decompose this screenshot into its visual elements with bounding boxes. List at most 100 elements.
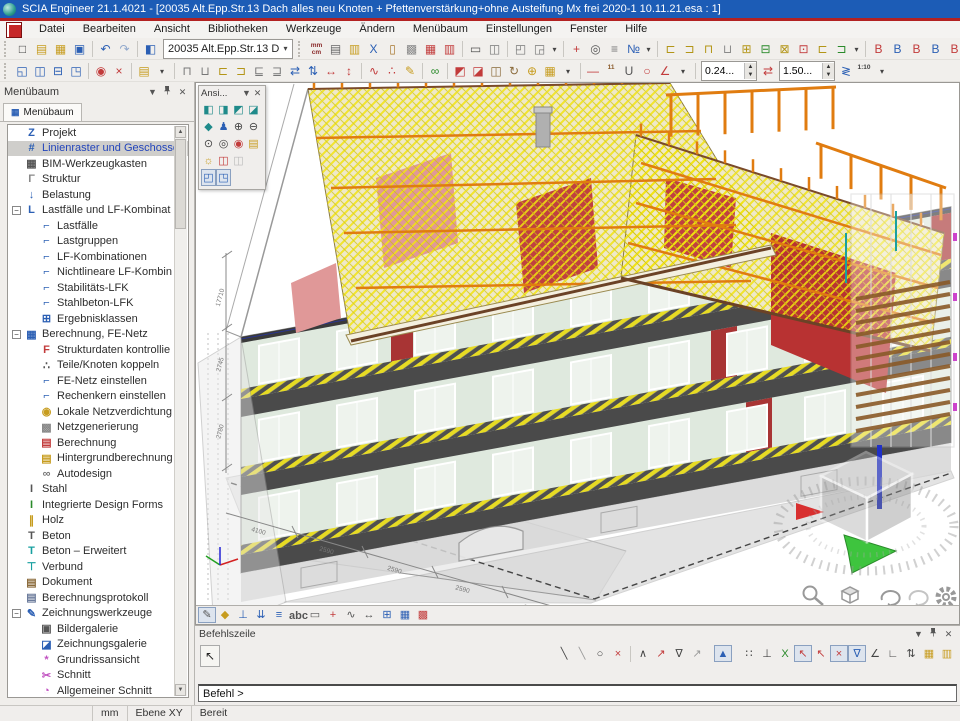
snap-arc-button[interactable]: ○ (591, 645, 609, 662)
code-check-2-button[interactable]: B (888, 40, 907, 58)
coord-system-button[interactable]: X (364, 40, 383, 58)
frame-tool-8-button[interactable]: ⊡ (794, 40, 813, 58)
input-table-button[interactable]: ▥ (440, 40, 459, 58)
member-op-1-button[interactable]: ⊓ (178, 62, 196, 80)
wireframe-button[interactable]: ✎ (198, 607, 216, 623)
zoom-in-button[interactable]: ⊕ (231, 118, 246, 135)
settings-gear-icon[interactable] (938, 589, 954, 605)
model-data-button[interactable]: ▭ (306, 607, 324, 623)
tree-item-netzgenerierung[interactable]: ▩Netzgenerierung (8, 420, 188, 436)
frame-tool-9-button[interactable]: ⊏ (813, 40, 832, 58)
frame-tool-1-button[interactable]: ⊏ (661, 40, 680, 58)
supports-button[interactable]: ⊥ (234, 607, 252, 623)
profile-u-button[interactable]: U (620, 62, 638, 80)
op-dropdown[interactable]: ▾ (559, 62, 577, 80)
drag-handle[interactable] (4, 41, 10, 57)
command-input[interactable]: Befehl > (198, 684, 957, 702)
collapse-icon[interactable]: − (12, 609, 21, 618)
snap-line-button[interactable]: ╲ (555, 645, 573, 662)
numbering-dropdown[interactable]: ▾ (643, 40, 654, 58)
frame-tool-6-button[interactable]: ⊟ (756, 40, 775, 58)
disconnect-nodes-button[interactable]: ∴ (383, 62, 401, 80)
polyline-edit-button[interactable]: ✎ (401, 62, 419, 80)
tree-item-linienraster-und-geschosse[interactable]: #Linienraster und Geschosse (8, 141, 188, 157)
snap-tangent-button[interactable]: ↗ (688, 645, 706, 662)
menu-menübaum[interactable]: Menübaum (404, 21, 477, 38)
tree-item-autodesign[interactable]: ∞Autodesign (8, 466, 188, 482)
snap-perp-button[interactable]: ∇ (848, 645, 866, 662)
scroll-down-icon[interactable]: ▼ (175, 684, 186, 696)
line-tool-button[interactable]: — (584, 62, 602, 80)
tree-item-bildergalerie[interactable]: ▣Bildergalerie (8, 621, 188, 637)
ansicht-dropdown-icon[interactable]: ▼ (241, 86, 252, 100)
activity-button[interactable]: ▥ (345, 40, 364, 58)
connect-members-button[interactable]: ∿ (365, 62, 383, 80)
menu-bibliotheken[interactable]: Bibliotheken (199, 21, 277, 38)
hide-elements-button[interactable]: × (110, 62, 128, 80)
tree-item-stahlbeton-lfk[interactable]: ⌐Stahlbeton-LFK (8, 296, 188, 312)
circle-tool-button[interactable]: ○ (638, 62, 656, 80)
grid-button[interactable]: ⊞ (378, 607, 396, 623)
recent-dropdown[interactable]: ▾ (153, 62, 171, 80)
befehl-pin-icon[interactable] (926, 627, 941, 641)
dimension-settings-button[interactable]: ≡ (605, 40, 624, 58)
status-plane[interactable]: Ebene XY (128, 706, 192, 721)
tree-item-berechnung-fe-netz[interactable]: −▦Berechnung, FE-Netz (8, 327, 188, 343)
menu-fenster[interactable]: Fenster (561, 21, 616, 38)
view-perspective-button[interactable]: ◆ (201, 118, 216, 135)
multicopy-button[interactable]: ◪ (469, 62, 487, 80)
track-cursor-button[interactable]: ▲ (714, 645, 732, 662)
save-button[interactable]: ▣ (70, 40, 89, 58)
code-check-3-button[interactable]: B (907, 40, 926, 58)
befehl-dropdown-icon[interactable]: ▼ (911, 627, 926, 641)
results-table-button[interactable]: ▦ (421, 40, 440, 58)
collapse-icon[interactable]: − (12, 330, 21, 339)
panel-close-icon[interactable]: ✕ (175, 85, 190, 99)
menu-werkzeuge[interactable]: Werkzeuge (277, 21, 350, 38)
calculator-button[interactable]: ▦ (920, 645, 938, 662)
view-x-button[interactable]: ◧ (201, 101, 216, 118)
window-cascade-button[interactable]: ◳ (67, 62, 85, 80)
move-copy-button[interactable]: ◩ (451, 62, 469, 80)
rotate-icon[interactable] (882, 591, 900, 605)
zoom-all-button[interactable]: ◎ (216, 135, 231, 152)
system-lines-button[interactable]: ∿ (342, 607, 360, 623)
panel-pin-icon[interactable] (160, 85, 175, 99)
swap-orientation-button[interactable]: ⇄ (759, 62, 777, 80)
tree-item-berechnung[interactable]: ▤Berechnung (8, 435, 188, 451)
snap-bisect-button[interactable]: ∟ (884, 645, 902, 662)
panel-dropdown-icon[interactable]: ▼ (145, 85, 160, 99)
project-combo[interactable]: 20035 Alt.Epp.Str.13 Dach alles neu Knot… (163, 39, 293, 59)
member-op-7-button[interactable]: ⇄ (286, 62, 304, 80)
view-flags-button[interactable]: ◉ (92, 62, 110, 80)
code-check-1-button[interactable]: B (869, 40, 888, 58)
angle-tool-button[interactable]: ∠ (656, 62, 674, 80)
scale-spinner[interactable]: 1.50... ▲▼ (779, 61, 835, 81)
layers-button[interactable]: ▤ (326, 40, 345, 58)
loads-button[interactable]: ⇊ (252, 607, 270, 623)
cursor-mode-button[interactable]: ↖ (200, 645, 220, 667)
gallery-dropdown[interactable]: ▾ (549, 40, 560, 58)
menu-ändern[interactable]: Ändern (350, 21, 403, 38)
frame-tool-3-button[interactable]: ⊓ (699, 40, 718, 58)
units-setup-button[interactable]: mm cm (307, 40, 326, 58)
menu-hilfe[interactable]: Hilfe (616, 21, 656, 38)
load-labels-button[interactable]: ≡ (270, 607, 288, 623)
binoculars-button[interactable]: ∞ (426, 62, 444, 80)
window-split-h-button[interactable]: ◫ (31, 62, 49, 80)
detail-view-button[interactable]: ◎ (586, 40, 605, 58)
print-preview-button[interactable]: ◫ (485, 40, 504, 58)
tree-item-beton-erweitert[interactable]: TBeton – Erweitert (8, 544, 188, 560)
tree-item-struktur[interactable]: ΓStruktur (8, 172, 188, 188)
tree-item-allgemeiner-schnitt[interactable]: ◔Allgemeiner Schnitt (8, 683, 188, 698)
scale-ratio-button[interactable]: 1:10 (855, 62, 873, 80)
snap-length-button[interactable]: ⇅ (902, 645, 920, 662)
new-project-button[interactable]: □ (13, 40, 32, 58)
member-op-5-button[interactable]: ⊑ (250, 62, 268, 80)
window-project-button[interactable]: ◱ (13, 62, 31, 80)
tree-item-lastfälle[interactable]: ⌐Lastfälle (8, 218, 188, 234)
open-recent-button[interactable]: ▤ (135, 62, 153, 80)
code-check-5-button[interactable]: B (945, 40, 960, 58)
member-op-3-button[interactable]: ⊏ (214, 62, 232, 80)
tree-item-holz[interactable]: ∥Holz (8, 513, 188, 529)
